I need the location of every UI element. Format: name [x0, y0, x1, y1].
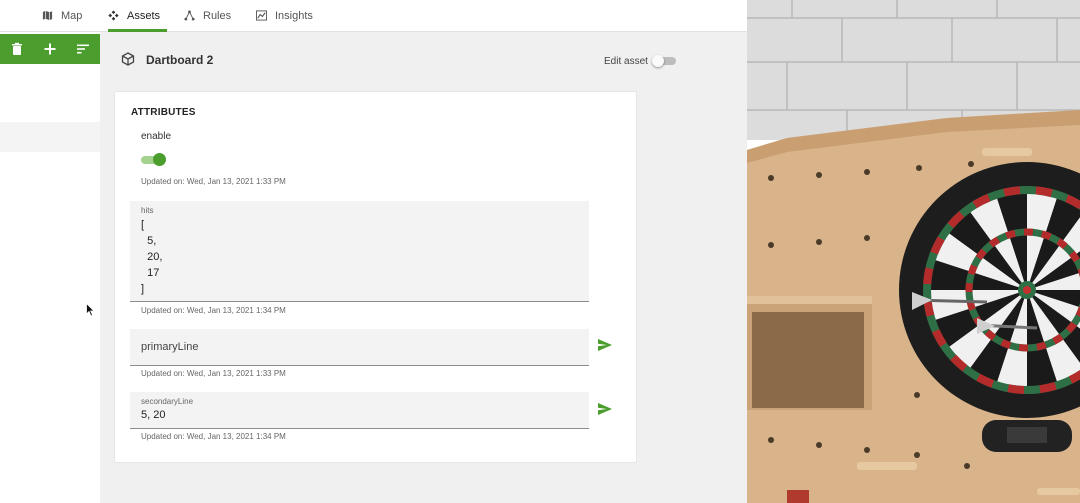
primary-line-input[interactable]: primaryLine	[130, 329, 589, 366]
camera-feed	[747, 0, 1080, 503]
edit-asset-label: Edit asset	[604, 56, 648, 67]
add-button[interactable]	[38, 37, 62, 61]
hits-line: 5,	[141, 235, 157, 247]
hits-field[interactable]: hits [ 5, 20, 17 ]	[130, 201, 589, 302]
secondary-line-label: secondaryLine	[141, 397, 194, 406]
insights-icon	[256, 10, 267, 21]
rules-icon	[184, 10, 195, 21]
edit-asset-toggle-knob	[652, 55, 664, 67]
tab-assets[interactable]: Assets	[108, 0, 167, 32]
secondary-line-value: 5, 20	[141, 409, 166, 421]
enable-toggle-knob	[153, 153, 166, 166]
edit-asset-toggle[interactable]	[652, 55, 676, 67]
asset-toolbar	[0, 34, 100, 64]
enable-label: enable	[141, 131, 172, 142]
asset-tree-item-selected[interactable]	[0, 122, 100, 152]
secondary-line-input[interactable]: secondaryLine 5, 20	[130, 392, 589, 429]
hits-line: ]	[141, 283, 145, 295]
tab-rules[interactable]: Rules	[184, 0, 231, 31]
mouse-cursor-icon	[86, 303, 95, 317]
sort-icon	[77, 44, 90, 54]
tab-map-label: Map	[61, 9, 83, 22]
attributes-title: ATTRIBUTES	[131, 107, 196, 118]
send-secondary-line-button[interactable]	[597, 402, 613, 416]
asset-tree-pane	[0, 32, 100, 503]
top-nav: Map Assets Rules Insights	[0, 0, 747, 32]
tab-assets-label: Assets	[127, 9, 161, 22]
hits-line: 17	[141, 267, 160, 279]
asset-header: Dartboard 2 Edit asset	[100, 46, 747, 76]
tab-map[interactable]: Map	[42, 0, 82, 31]
tab-insights-label: Insights	[275, 9, 313, 22]
cube-icon	[121, 52, 135, 66]
map-icon	[42, 10, 53, 21]
add-icon	[44, 43, 56, 55]
tab-rules-label: Rules	[203, 9, 232, 22]
hits-line: [	[141, 219, 145, 231]
tab-insights[interactable]: Insights	[256, 0, 313, 31]
hits-label: hits	[141, 206, 154, 215]
sort-button[interactable]	[71, 37, 95, 61]
send-primary-line-button[interactable]	[597, 338, 613, 352]
enable-updated: Updated on: Wed, Jan 13, 2021 1:33 PM	[141, 177, 286, 186]
assets-icon	[108, 10, 119, 21]
delete-button[interactable]	[5, 37, 29, 61]
attributes-panel: ATTRIBUTES enable Updated on: Wed, Jan 1…	[114, 91, 637, 463]
delete-icon	[11, 42, 22, 55]
primary-line-placeholder: primaryLine	[141, 341, 199, 353]
hits-line: 20,	[141, 251, 163, 263]
primary-line-updated: Updated on: Wed, Jan 13, 2021 1:33 PM	[141, 369, 286, 378]
hits-updated: Updated on: Wed, Jan 13, 2021 1:34 PM	[141, 306, 286, 315]
secondary-line-updated: Updated on: Wed, Jan 13, 2021 1:34 PM	[141, 432, 286, 441]
dartboard-photo	[747, 0, 1080, 503]
asset-title: Dartboard 2	[146, 53, 214, 67]
enable-toggle[interactable]	[141, 153, 167, 166]
